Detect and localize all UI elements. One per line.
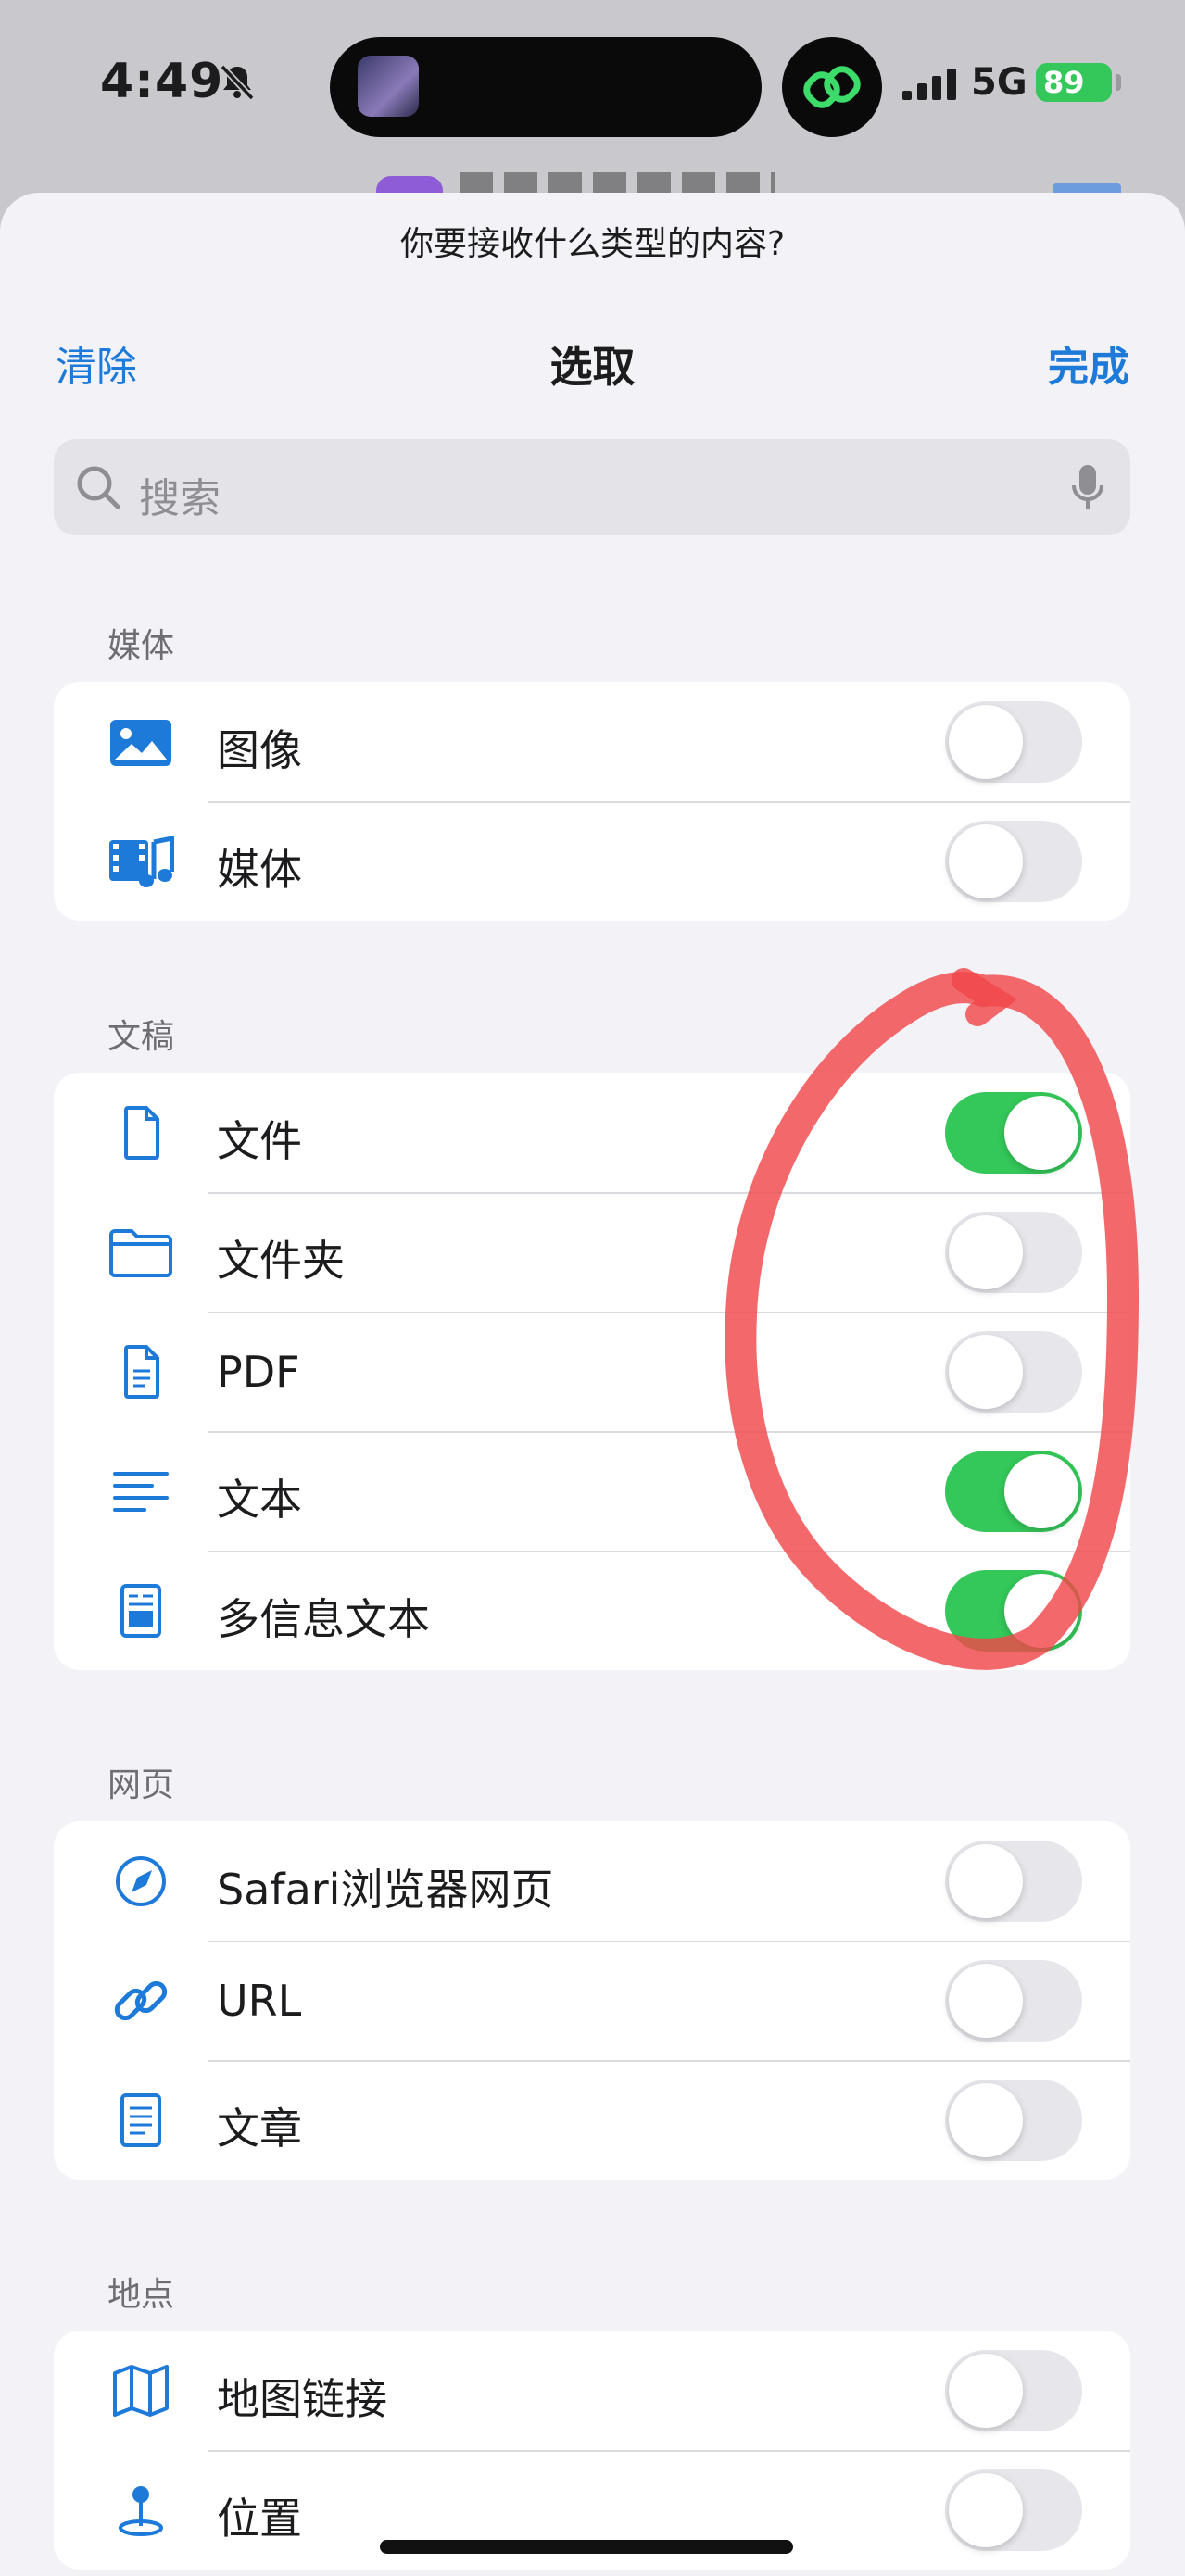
option-label: PDF	[217, 1347, 300, 1397]
toggle-switch[interactable]	[945, 2350, 1082, 2431]
section-header-media: 媒体	[107, 627, 175, 665]
option-label: Safari浏览器网页	[217, 1865, 554, 1915]
option-label: URL	[217, 1976, 302, 2026]
option-label: 地图链接	[217, 2374, 387, 2424]
option-row-pdf[interactable]: PDF	[54, 1312, 1130, 1431]
option-row-safari-page[interactable]: Safari浏览器网页	[54, 1821, 1130, 1941]
toggle-knob	[949, 1335, 1023, 1409]
section-header-places: 地点	[107, 2276, 175, 2314]
toggle-knob	[949, 1964, 1023, 2038]
toggle-knob	[949, 824, 1023, 898]
toggle-knob	[1004, 1574, 1078, 1648]
battery-cap	[1116, 74, 1121, 91]
section-header-documents: 文稿	[107, 1018, 175, 1056]
silent-bell-icon	[220, 64, 255, 101]
safari-compass-icon	[116, 1856, 166, 1906]
article-icon	[120, 2093, 161, 2147]
toggle-switch[interactable]	[945, 1960, 1082, 2042]
option-row-article[interactable]: 文章	[54, 2060, 1130, 2180]
option-label: 图像	[217, 725, 302, 775]
search-icon	[77, 466, 120, 509]
option-label: 文本	[217, 1475, 302, 1525]
section-card-documents: 文件 文件夹 PDF 文本 多信息文本	[54, 1073, 1130, 1670]
toggle-knob	[949, 705, 1023, 779]
section-card-web: Safari浏览器网页 URL 文章	[54, 1821, 1130, 2180]
rich-text-icon	[120, 1584, 161, 1638]
text-lines-icon	[113, 1472, 169, 1512]
option-label: 位置	[217, 2494, 302, 2544]
toggle-switch[interactable]	[945, 1331, 1082, 1413]
toggle-switch[interactable]	[945, 2469, 1082, 2551]
map-icon	[113, 2365, 169, 2417]
sheet-title: 选取	[549, 342, 636, 392]
option-row-folder[interactable]: 文件夹	[54, 1192, 1130, 1312]
microphone-icon[interactable]	[1071, 463, 1104, 513]
option-label: 多信息文本	[217, 1594, 430, 1644]
location-pin-icon	[119, 2486, 163, 2536]
toggle-switch[interactable]	[945, 821, 1082, 902]
toggle-knob	[1004, 1454, 1078, 1528]
folder-icon	[109, 1229, 172, 1277]
toggle-switch[interactable]	[945, 1451, 1082, 1532]
battery-level: 89	[1043, 65, 1085, 100]
toggle-switch[interactable]	[945, 701, 1082, 783]
photo-icon	[110, 720, 171, 766]
toggle-knob	[949, 1215, 1023, 1289]
option-row-map-link[interactable]: 地图链接	[54, 2331, 1130, 2450]
toggle-knob	[949, 1844, 1023, 1918]
section-header-web: 网页	[107, 1766, 175, 1804]
search-field[interactable]: 搜索	[54, 439, 1130, 535]
option-label: 文章	[217, 2104, 302, 2154]
option-row-media[interactable]: 媒体	[54, 801, 1130, 921]
media-icon	[109, 836, 174, 887]
done-button[interactable]: 完成	[1048, 333, 1129, 393]
toggle-knob	[949, 2354, 1023, 2428]
option-row-image[interactable]: 图像	[54, 682, 1130, 801]
now-playing-app-icon[interactable]	[358, 56, 419, 117]
clear-button[interactable]: 清除	[56, 333, 137, 393]
file-icon	[124, 1106, 159, 1160]
battery-indicator: 89	[1036, 63, 1112, 102]
option-row-file[interactable]: 文件	[54, 1073, 1130, 1192]
pdf-document-icon	[124, 1345, 159, 1399]
linked-rings-icon	[803, 66, 861, 108]
toggle-switch[interactable]	[945, 1841, 1082, 1922]
status-time: 4:49	[100, 54, 224, 109]
toggle-knob	[949, 2473, 1023, 2547]
section-card-places: 地图链接 位置	[54, 2331, 1130, 2570]
sheet-prompt: 你要接收什么类型的内容?	[399, 225, 786, 263]
search-placeholder: 搜索	[139, 475, 221, 522]
toggle-switch[interactable]	[945, 1092, 1082, 1174]
link-icon	[114, 1980, 168, 2021]
toggle-switch[interactable]	[945, 1570, 1082, 1652]
option-row-rich-text[interactable]: 多信息文本	[54, 1551, 1130, 1670]
option-row-url[interactable]: URL	[54, 1941, 1130, 2060]
option-label: 文件夹	[217, 1236, 345, 1286]
toggle-switch[interactable]	[945, 2080, 1082, 2161]
toggle-knob	[949, 2083, 1023, 2157]
home-indicator[interactable]	[380, 2540, 793, 2554]
section-card-media: 图像 媒体	[54, 682, 1130, 921]
content-type-picker-sheet: 你要接收什么类型的内容? 选取 清除 完成 搜索 媒体 图像 媒体 文稿 文件 …	[0, 193, 1185, 2576]
option-label: 媒体	[217, 845, 302, 895]
toggle-knob	[1004, 1096, 1078, 1170]
option-row-text[interactable]: 文本	[54, 1431, 1130, 1551]
option-label: 文件	[217, 1116, 302, 1166]
live-activity-indicator[interactable]	[782, 37, 882, 137]
network-type: 5G	[971, 61, 1027, 104]
toggle-switch[interactable]	[945, 1212, 1082, 1293]
signal-bars-icon	[902, 69, 956, 100]
status-bar: 4:49 5G 89	[0, 0, 1185, 196]
